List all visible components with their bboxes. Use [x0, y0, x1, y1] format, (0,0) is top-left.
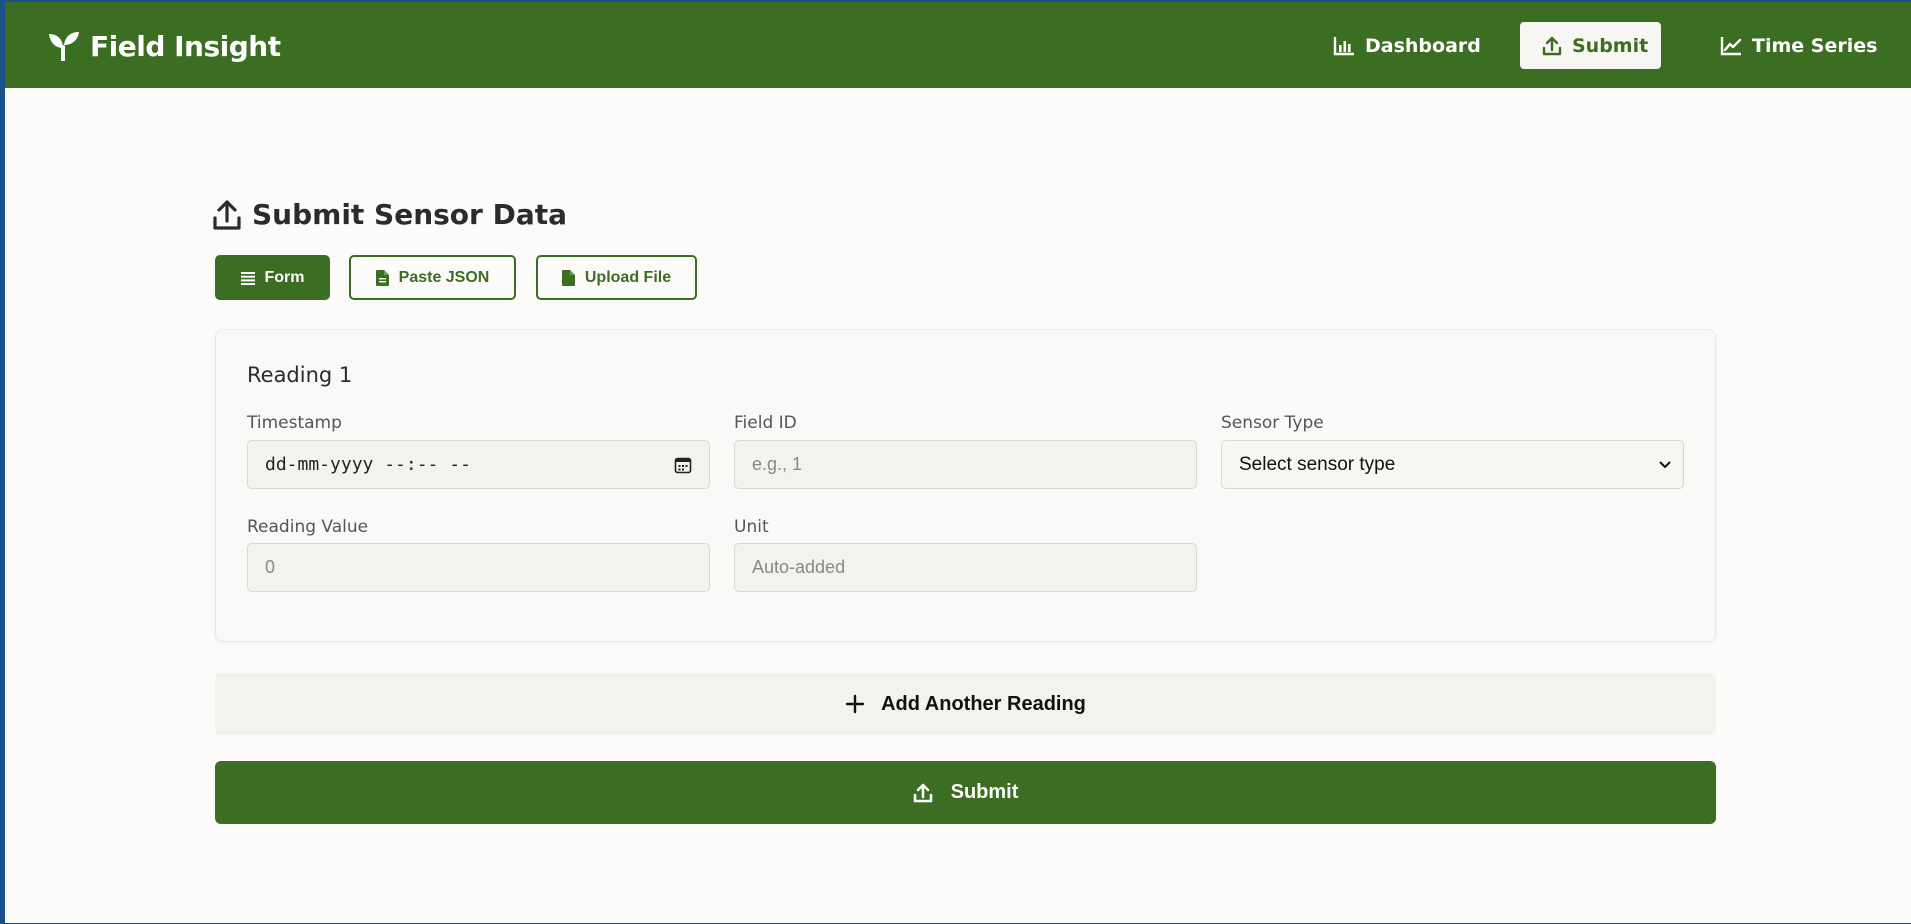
top-navbar: Field Insight Dashboard Submit Time Seri… [5, 2, 1911, 88]
nav-submit-label: Submit [1572, 34, 1649, 57]
plus-icon [845, 694, 865, 714]
reading-card: Reading 1 Timestamp dd-mm-yyyy --:-- -- [215, 329, 1716, 642]
sensor-type-selected: Select sensor type [1239, 453, 1396, 475]
sensor-type-select[interactable]: Select sensor type [1221, 440, 1684, 489]
document-icon [561, 269, 575, 286]
reading-value-label: Reading Value [247, 517, 369, 537]
reading-title: Reading 1 [247, 363, 353, 387]
tab-upload-file-label: Upload File [584, 268, 672, 286]
submit-button[interactable]: Submit [215, 761, 1716, 824]
app-window: Field Insight Dashboard Submit Time Seri… [5, 2, 1911, 923]
add-reading-button[interactable]: Add Another Reading [215, 673, 1716, 735]
nav-submit[interactable]: Submit [1520, 22, 1661, 69]
add-reading-label: Add Another Reading [881, 692, 1086, 715]
reading-value-input[interactable] [247, 543, 710, 592]
nav-time-series[interactable]: Time Series [1698, 22, 1899, 69]
nav-dashboard[interactable]: Dashboard [1311, 22, 1503, 69]
calendar-icon[interactable] [674, 456, 692, 474]
page-title: Submit Sensor Data [212, 198, 567, 231]
nav-time-series-label: Time Series [1752, 34, 1878, 57]
upload-icon [212, 199, 242, 231]
timestamp-value: dd-mm-yyyy --:-- -- [265, 454, 471, 475]
tab-upload-file[interactable]: Upload File [536, 255, 697, 300]
chevron-down-icon [1659, 461, 1671, 469]
unit-input[interactable] [734, 543, 1197, 592]
timestamp-label: Timestamp [247, 413, 342, 433]
tab-paste-json-label: Paste JSON [398, 268, 490, 286]
upload-icon [913, 783, 933, 803]
tab-form-label: Form [264, 268, 305, 286]
bar-chart-icon [1333, 36, 1355, 56]
field-id-input[interactable] [734, 440, 1197, 489]
unit-label: Unit [734, 517, 769, 537]
upload-icon [1542, 36, 1562, 56]
sensor-type-label: Sensor Type [1221, 413, 1324, 433]
submit-label: Submit [950, 781, 1019, 803]
tab-paste-json[interactable]: Paste JSON [349, 255, 516, 300]
timestamp-input[interactable]: dd-mm-yyyy --:-- -- [247, 440, 710, 489]
page-title-text: Submit Sensor Data [252, 198, 568, 231]
main-nav: Dashboard Submit Time Series [5, 22, 1911, 69]
document-icon [375, 269, 389, 286]
line-chart-icon [1720, 36, 1742, 56]
nav-dashboard-label: Dashboard [1365, 34, 1481, 57]
field-id-label: Field ID [734, 413, 797, 433]
tab-form[interactable]: Form [215, 255, 330, 300]
list-icon [240, 271, 255, 285]
